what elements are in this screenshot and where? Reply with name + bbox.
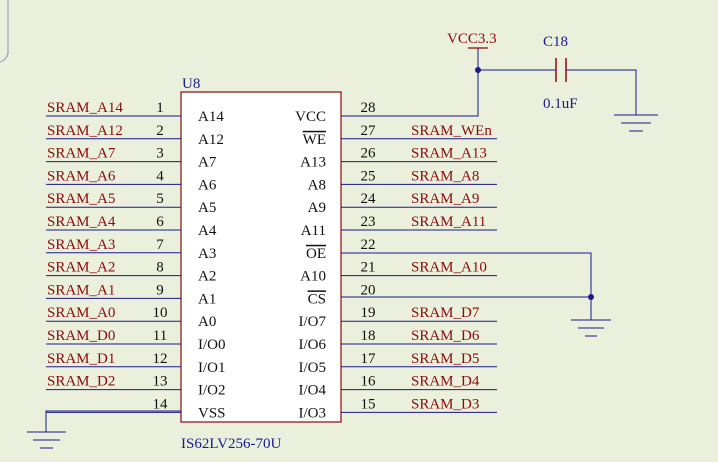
net-label[interactable]: SRAM_A1 bbox=[47, 282, 115, 298]
net-label[interactable]: SRAM_A9 bbox=[411, 191, 479, 207]
ground-symbol-capacitor bbox=[614, 114, 658, 132]
pin-name: A2 bbox=[198, 269, 216, 285]
pin-number: 23 bbox=[361, 214, 376, 230]
pin-number: 16 bbox=[361, 374, 377, 390]
chip-designator: U8 bbox=[182, 76, 200, 92]
vcc-wire bbox=[341, 48, 637, 117]
pin-name: I/O0 bbox=[198, 337, 226, 353]
pin-name: I/O7 bbox=[299, 314, 327, 330]
net-label[interactable]: SRAM_D4 bbox=[411, 374, 480, 390]
pin-number: 21 bbox=[361, 260, 376, 276]
pin-name: A1 bbox=[198, 291, 216, 307]
junction-dot-vcc bbox=[475, 67, 481, 73]
vss-wire bbox=[45, 410, 181, 432]
pin-name: A4 bbox=[198, 223, 217, 239]
pin-number: 7 bbox=[156, 237, 164, 253]
net-label[interactable]: SRAM_A3 bbox=[47, 237, 115, 253]
pin-name: I/O6 bbox=[299, 337, 327, 353]
pin-name: A6 bbox=[198, 177, 217, 193]
pin-name: A14 bbox=[198, 109, 224, 125]
net-label[interactable]: SRAM_D0 bbox=[47, 328, 115, 344]
pin-name: OE bbox=[306, 246, 326, 262]
net-label[interactable]: SRAM_A8 bbox=[411, 168, 479, 184]
pin-number: 15 bbox=[361, 396, 376, 412]
net-label[interactable]: SRAM_WEn bbox=[411, 123, 492, 139]
pin-name: CS bbox=[308, 291, 326, 307]
pin-name: VSS bbox=[198, 405, 226, 421]
net-label[interactable]: SRAM_D5 bbox=[411, 351, 479, 367]
pin-number: 18 bbox=[361, 328, 376, 344]
net-label[interactable]: SRAM_A0 bbox=[47, 305, 115, 321]
pin-name: A7 bbox=[198, 155, 217, 171]
ground-symbol-vss bbox=[27, 431, 66, 449]
chip-part-number: IS62LV256-70U bbox=[181, 436, 281, 452]
pin-name: A8 bbox=[308, 177, 326, 193]
sheet-border-corner bbox=[0, 0, 9, 63]
junction-dot-oe-cs bbox=[588, 294, 594, 300]
net-label[interactable]: SRAM_D7 bbox=[411, 305, 480, 321]
pin-number: 1 bbox=[156, 100, 164, 116]
net-label[interactable]: SRAM_A4 bbox=[47, 214, 116, 230]
pin-number: 19 bbox=[361, 305, 376, 321]
ground-symbol-oe-cs bbox=[571, 319, 611, 337]
net-label[interactable]: SRAM_A7 bbox=[47, 146, 116, 162]
pin-name: A11 bbox=[301, 223, 326, 239]
pin-name: A5 bbox=[198, 200, 216, 216]
net-label[interactable]: SRAM_A10 bbox=[411, 260, 487, 276]
pin-number: 13 bbox=[153, 374, 168, 390]
pin-number: 5 bbox=[156, 191, 164, 207]
pin-number: 25 bbox=[361, 168, 376, 184]
pin-name: A0 bbox=[198, 314, 216, 330]
net-label[interactable]: SRAM_A12 bbox=[47, 123, 123, 139]
pin-name: A3 bbox=[198, 246, 216, 262]
pin-number: 22 bbox=[361, 237, 376, 253]
pin-number: 4 bbox=[156, 168, 164, 184]
pin-number: 26 bbox=[361, 146, 377, 162]
pin-name: VCC bbox=[295, 109, 326, 125]
pin-name: I/O5 bbox=[299, 360, 327, 376]
pin-name: I/O2 bbox=[198, 383, 226, 399]
capacitor-symbol[interactable] bbox=[555, 58, 567, 82]
pin-name: WE bbox=[303, 132, 326, 148]
net-label[interactable]: SRAM_A5 bbox=[47, 191, 115, 207]
pin-number: 27 bbox=[361, 123, 377, 139]
pin-name: I/O1 bbox=[198, 360, 226, 376]
pin-number: 9 bbox=[156, 282, 164, 298]
pin-number: 20 bbox=[361, 282, 376, 298]
pin-number: 28 bbox=[361, 100, 376, 116]
pin-number: 12 bbox=[153, 351, 168, 367]
pin-name: A12 bbox=[198, 132, 224, 148]
pin-name: A13 bbox=[300, 155, 326, 171]
net-label[interactable]: SRAM_D2 bbox=[47, 374, 115, 390]
pin-name: I/O4 bbox=[299, 383, 327, 399]
capacitor-value: 0.1uF bbox=[543, 96, 578, 112]
schematic-canvas: U8 IS62LV256-70U 1A14SRAM_A142A12SRAM_A1… bbox=[0, 0, 658, 452]
net-label[interactable]: SRAM_A14 bbox=[47, 100, 123, 116]
pin-number: 6 bbox=[156, 214, 164, 230]
net-label[interactable]: SRAM_D1 bbox=[47, 351, 115, 367]
capacitor-designator: C18 bbox=[543, 34, 568, 50]
pin-name: A9 bbox=[308, 200, 326, 216]
pin-number: 3 bbox=[156, 146, 164, 162]
pin-name: I/O3 bbox=[299, 405, 327, 421]
net-label[interactable]: SRAM_A11 bbox=[411, 214, 486, 230]
pin-number: 10 bbox=[153, 305, 168, 321]
net-label[interactable]: SRAM_D3 bbox=[411, 396, 479, 412]
pin-number: 24 bbox=[361, 191, 377, 207]
net-label[interactable]: SRAM_A13 bbox=[411, 146, 487, 162]
pin-number: 17 bbox=[361, 351, 377, 367]
pin-number: 2 bbox=[156, 123, 164, 139]
net-label[interactable]: SRAM_D6 bbox=[411, 328, 480, 344]
net-label[interactable]: SRAM_A6 bbox=[47, 168, 116, 184]
pin-number: 11 bbox=[153, 328, 167, 344]
vcc-power-label: VCC3.3 bbox=[447, 31, 497, 47]
pin-number: 8 bbox=[156, 260, 164, 276]
pin-name: A10 bbox=[300, 269, 326, 285]
pin-number: 14 bbox=[153, 396, 169, 412]
net-label[interactable]: SRAM_A2 bbox=[47, 260, 115, 276]
